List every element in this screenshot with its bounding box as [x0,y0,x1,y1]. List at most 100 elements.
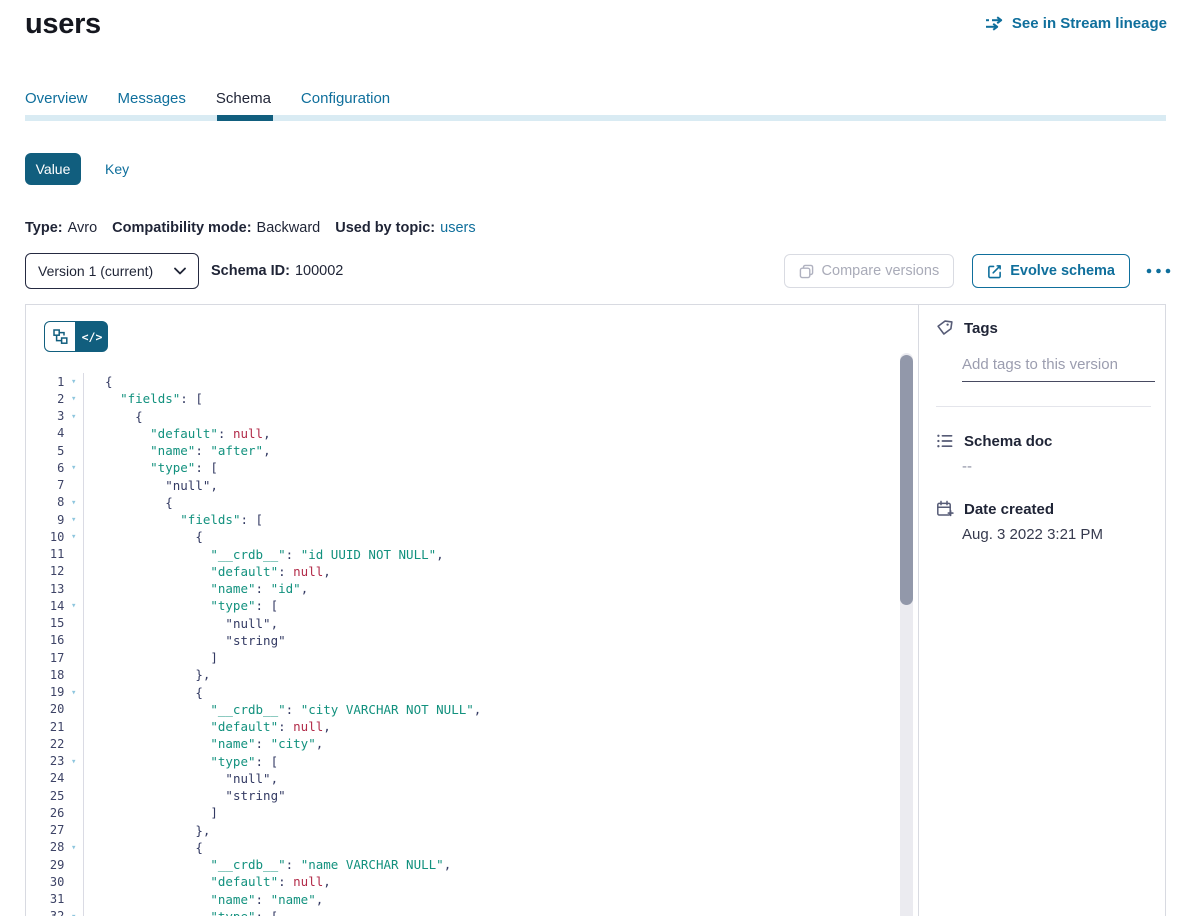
fold-toggle-icon[interactable]: ▾ [64,411,83,422]
line-number: 5 [26,444,64,458]
line-number: 7 [26,478,64,492]
line-number: 26 [26,806,64,820]
editor-scrollbar-track[interactable] [900,353,913,916]
editor-gutter: 16 [26,632,84,649]
line-number: 4 [26,426,64,440]
tree-view-button[interactable] [44,321,76,352]
fold-toggle-icon[interactable]: ▾ [64,756,83,767]
editor-line: 26 ] [26,804,898,821]
compare-versions-label: Compare versions [822,263,940,279]
editor-gutter: 8▾ [26,494,84,511]
editor-gutter: 22 [26,735,84,752]
code-line-content: "__crdb__": "name VARCHAR NULL", [84,857,451,872]
editor-gutter: 2▾ [26,390,84,407]
editor-line: 14▾ "type": [ [26,597,898,614]
ellipsis-icon [1146,268,1171,274]
tab-schema[interactable]: Schema [216,90,271,107]
fold-toggle-icon[interactable]: ▾ [64,531,83,542]
fold-toggle-icon[interactable]: ▾ [64,687,83,698]
evolve-schema-button[interactable]: Evolve schema [972,254,1130,288]
editor-gutter: 29 [26,856,84,873]
editor-gutter: 12 [26,563,84,580]
code-line-content: "fields": [ [84,512,263,527]
editor-line: 24 "null", [26,770,898,787]
editor-gutter: 4 [26,425,84,442]
compare-icon [799,264,814,279]
tab-overview[interactable]: Overview [25,90,88,107]
editor-line: 19▾ { [26,684,898,701]
editor-line: 31 "name": "name", [26,891,898,908]
fold-toggle-icon[interactable]: ▾ [64,376,83,387]
type-value: Avro [68,220,98,236]
code-line-content: "type": [ [84,460,218,475]
fold-spacer [64,726,83,728]
more-actions-button[interactable] [1144,262,1173,280]
fold-toggle-icon[interactable]: ▾ [64,497,83,508]
schema-sidebar: Tags Schema doc -- [919,305,1165,916]
used-by-topic-label: Used by topic: [335,220,435,236]
compatibility-value: Backward [257,220,321,236]
code-line-content: "type": [ [84,754,278,769]
fold-spacer [64,450,83,452]
code-line-content: "string" [84,633,286,648]
line-number: 27 [26,823,64,837]
value-toggle-button[interactable]: Value [25,153,81,185]
editor-line: 10▾ { [26,528,898,545]
editor-line: 27 }, [26,822,898,839]
editor-gutter: 27 [26,822,84,839]
line-number: 13 [26,582,64,596]
fold-spacer [64,484,83,486]
editor-line: 1▾{ [26,373,898,390]
tab-configuration[interactable]: Configuration [301,90,390,107]
editor-gutter: 13 [26,580,84,597]
key-toggle-button[interactable]: Key [105,161,129,177]
schema-doc-heading: Schema doc [936,432,1165,450]
tags-heading: Tags [936,319,1165,337]
version-toolbar: Version 1 (current) Schema ID: 100002 Co… [25,253,1173,289]
active-tab-indicator [217,115,273,121]
add-tags-input[interactable] [962,354,1155,382]
editor-scrollbar-thumb[interactable] [900,355,913,605]
editor-line: 12 "default": null, [26,563,898,580]
editor-gutter: 30 [26,873,84,890]
date-created-value: Aug. 3 2022 3:21 PM [962,526,1165,543]
fold-spacer [64,553,83,555]
editor-gutter: 20 [26,701,84,718]
fold-spacer [64,622,83,624]
fold-spacer [64,743,83,745]
fold-toggle-icon[interactable]: ▾ [64,842,83,853]
compare-versions-button[interactable]: Compare versions [784,254,955,288]
fold-toggle-icon[interactable]: ▾ [64,600,83,611]
schema-doc-heading-label: Schema doc [964,433,1052,450]
code-view-button[interactable]: </> [76,321,108,352]
editor-line: 32▾ "type": [ [26,908,898,916]
line-number: 9 [26,513,64,527]
tab-messages[interactable]: Messages [118,90,186,107]
topic-link[interactable]: users [440,220,475,236]
code-line-content: "type": [ [84,598,278,613]
editor-view-toggle: </> [44,321,108,352]
see-in-stream-lineage-label: See in Stream lineage [1012,15,1167,32]
schema-id-value: 100002 [295,263,343,279]
see-in-stream-lineage-link[interactable]: See in Stream lineage [985,15,1167,32]
code-line-content: }, [84,823,210,838]
code-line-content: "null", [84,616,278,631]
line-number: 29 [26,858,64,872]
fold-spacer [64,881,83,883]
editor-gutter: 26 [26,804,84,821]
code-line-content: "null", [84,771,278,786]
editor-line: 18 }, [26,666,898,683]
version-select[interactable]: Version 1 (current) [25,253,199,289]
fold-toggle-icon[interactable]: ▾ [64,393,83,404]
editor-gutter: 15 [26,615,84,632]
compatibility-label: Compatibility mode: [112,220,251,236]
editor-gutter: 10▾ [26,528,84,545]
fold-toggle-icon[interactable]: ▾ [64,514,83,525]
code-line-content: "name": "city", [84,736,323,751]
fold-toggle-icon[interactable]: ▾ [64,911,83,916]
fold-spacer [64,898,83,900]
stream-lineage-icon [985,16,1005,31]
line-number: 2 [26,392,64,406]
line-number: 22 [26,737,64,751]
fold-toggle-icon[interactable]: ▾ [64,462,83,473]
